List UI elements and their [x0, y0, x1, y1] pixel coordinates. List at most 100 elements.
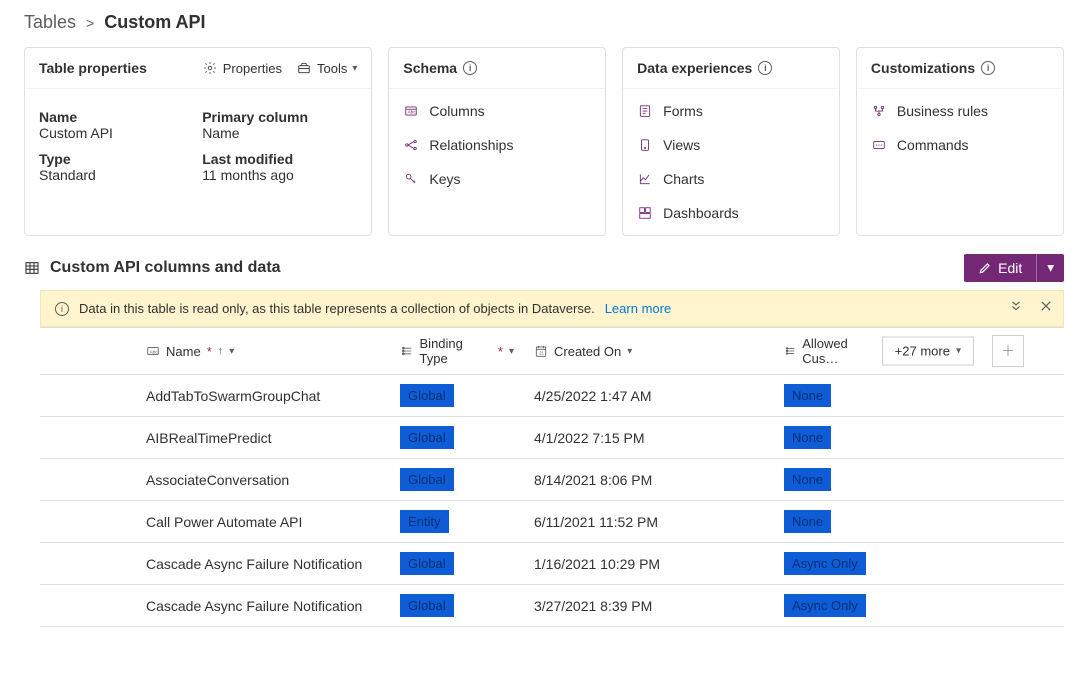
cell-allowed: None [774, 418, 898, 457]
more-columns-label: +27 more [895, 344, 950, 359]
forms-link[interactable]: Forms [637, 103, 825, 119]
value-last-modified: 11 months ago [202, 167, 357, 183]
edit-button[interactable]: Edit [964, 254, 1036, 282]
cell-created: 4/25/2022 1:47 AM [524, 380, 774, 412]
table-row[interactable]: Cascade Async Failure NotificationGlobal… [40, 585, 1064, 627]
info-icon: i [55, 302, 69, 316]
dashboards-link[interactable]: Dashboards [637, 205, 825, 221]
allowed-badge: None [784, 426, 831, 449]
cell-created: 6/11/2021 11:52 PM [524, 506, 774, 538]
readonly-banner: i Data in this table is read only, as th… [40, 290, 1064, 327]
allowed-badge: None [784, 468, 831, 491]
label-last-modified: Last modified [202, 151, 357, 167]
col-binding-label: Binding Type [420, 336, 492, 366]
commands-link[interactable]: Commands [871, 137, 1049, 153]
chevron-down-icon: ▾ [1047, 260, 1054, 275]
schema-columns-link[interactable]: Abc Columns [403, 103, 591, 119]
binding-badge: Global [400, 384, 454, 407]
charts-label: Charts [663, 171, 704, 187]
row-gutter [40, 388, 136, 404]
binding-badge: Global [400, 594, 454, 617]
charts-link[interactable]: Charts [637, 171, 825, 187]
commands-label: Commands [897, 137, 969, 153]
card-title-data-exp: Data experiences [637, 60, 752, 76]
label-primary-column: Primary column [202, 109, 357, 125]
allowed-badge: None [784, 384, 831, 407]
card-title-customizations: Customizations [871, 60, 975, 76]
table-row[interactable]: Call Power Automate APIEntity6/11/2021 1… [40, 501, 1064, 543]
sort-asc-icon: ↑ [218, 345, 224, 357]
allowed-badge: None [784, 510, 831, 533]
tools-button[interactable]: Tools ▾ [296, 60, 357, 76]
schema-columns-label: Columns [429, 103, 484, 119]
close-icon [1039, 299, 1053, 313]
calendar-icon: 21 [534, 344, 548, 358]
business-rules-link[interactable]: Business rules [871, 103, 1049, 119]
cell-name: AddTabToSwarmGroupChat [136, 380, 390, 412]
col-created-label: Created On [554, 344, 621, 359]
cell-binding: Global [390, 418, 524, 457]
plus-icon: ＋ [1001, 341, 1015, 361]
row-gutter [40, 430, 136, 446]
value-type: Standard [39, 167, 194, 183]
cell-created: 1/16/2021 10:29 PM [524, 548, 774, 580]
schema-relationships-link[interactable]: Relationships [403, 137, 591, 153]
edit-dropdown-button[interactable]: ▾ [1036, 254, 1064, 282]
properties-button[interactable]: Properties [202, 60, 282, 76]
chevron-down-icon: ▾ [352, 63, 357, 74]
col-name-label: Name [166, 344, 201, 359]
table-row[interactable]: AddTabToSwarmGroupChat Global 4/25/2022 1:… [40, 375, 1064, 417]
data-section-title: Custom API columns and data [50, 259, 281, 277]
data-section-header: Custom API columns and data Edit ▾ [24, 254, 1064, 282]
views-label: Views [663, 137, 700, 153]
table-row[interactable]: Cascade Async Failure Notification Global… [40, 543, 1064, 585]
card-title-properties: Table properties [39, 60, 147, 76]
row-gutter [40, 556, 136, 572]
chevron-down-icon: ▾ [627, 346, 632, 357]
table-row[interactable]: AssociateConversationGlobal8/14/2021 8:0… [40, 459, 1064, 501]
binding-badge: Global [400, 552, 454, 575]
close-banner-button[interactable] [1039, 299, 1053, 313]
card-customizations: Customizations i Business rules Commands [856, 47, 1064, 236]
cell-name: Cascade Async Failure Notification [136, 548, 390, 580]
business-rules-icon [871, 103, 887, 119]
cell-allowed: None [774, 502, 898, 541]
allowed-badge: Async Only [784, 594, 866, 617]
views-link[interactable]: Views [637, 137, 825, 153]
options-icon [784, 344, 796, 358]
forms-icon [637, 103, 653, 119]
pencil-icon [978, 261, 992, 275]
collapse-banner-button[interactable] [1009, 299, 1023, 313]
info-icon[interactable]: i [463, 61, 477, 75]
dashboards-label: Dashboards [663, 205, 739, 221]
grid-icon [24, 260, 40, 276]
add-column-button[interactable]: ＋ [992, 335, 1024, 367]
card-schema: Schema i Abc Columns Relationships [388, 47, 606, 236]
edit-label: Edit [998, 260, 1022, 276]
info-icon[interactable]: i [981, 61, 995, 75]
row-gutter [40, 514, 136, 530]
chevron-down-icon: ▾ [956, 346, 961, 357]
text-field-icon: Abc [146, 344, 160, 358]
info-icon[interactable]: i [758, 61, 772, 75]
learn-more-link[interactable]: Learn more [605, 301, 671, 316]
allowed-badge: Async Only [784, 552, 866, 575]
column-header-allowed-custom[interactable]: Allowed Cus… * [774, 328, 898, 374]
column-header-created-on[interactable]: 21 Created On ▾ [524, 328, 774, 374]
column-header-binding-type[interactable]: Binding Type* ▾ [390, 328, 524, 374]
card-data-experiences: Data experiences i Forms Views [622, 47, 840, 236]
dashboards-icon [637, 205, 653, 221]
column-header-name[interactable]: Abc Name* ↑ ▾ [136, 328, 390, 374]
cell-allowed: Async Only [774, 586, 898, 625]
gear-icon [202, 60, 218, 76]
more-columns-button[interactable]: +27 more ▾ [882, 337, 974, 366]
breadcrumb-parent[interactable]: Tables [24, 12, 76, 33]
binding-badge: Entity [400, 510, 449, 533]
keys-icon [403, 171, 419, 187]
schema-keys-link[interactable]: Keys [403, 171, 591, 187]
business-rules-label: Business rules [897, 103, 988, 119]
banner-text: Data in this table is read only, as this… [79, 301, 595, 316]
table-row[interactable]: AIBRealTimePredictGlobal4/1/2022 7:15 PM… [40, 417, 1064, 459]
chevron-down-icon: ▾ [509, 346, 514, 357]
cell-binding: Global [390, 460, 524, 499]
